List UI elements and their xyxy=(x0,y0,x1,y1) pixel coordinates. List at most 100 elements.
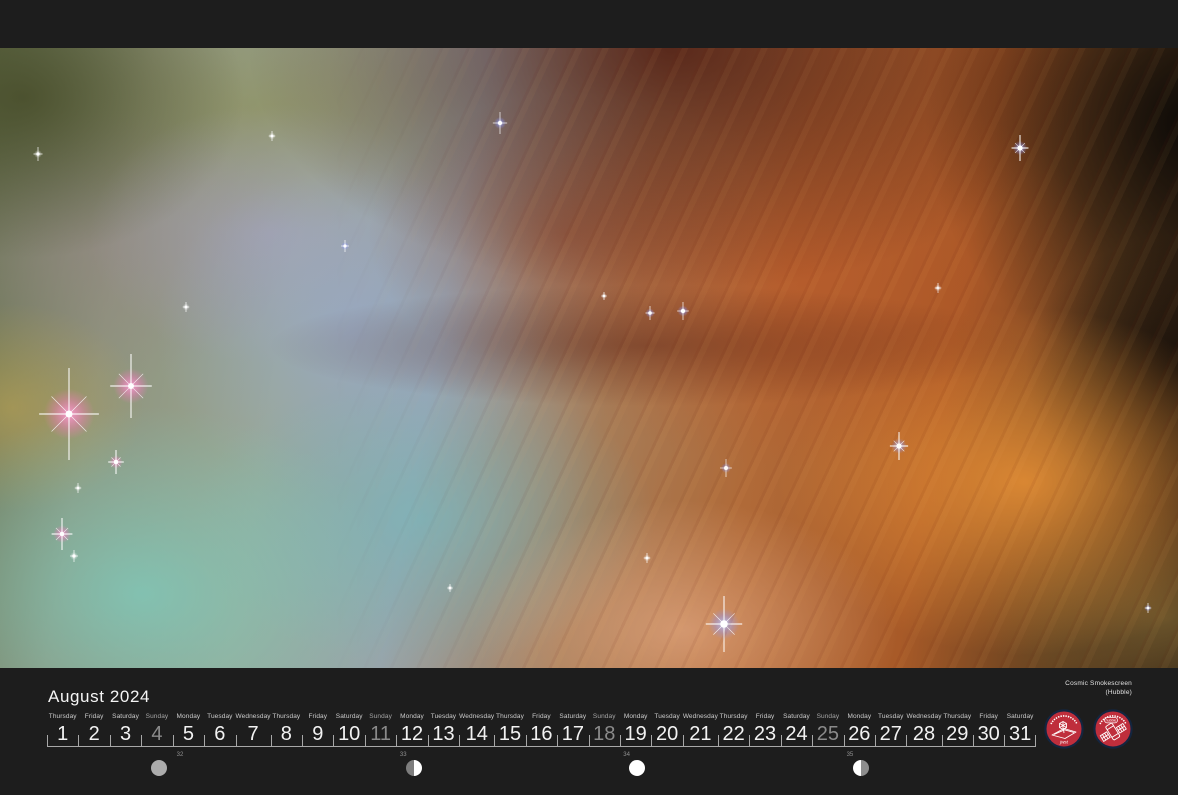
star xyxy=(935,283,942,293)
date-number: 6 xyxy=(204,721,235,746)
star xyxy=(677,302,689,320)
day-cell-24: Saturday24 xyxy=(781,712,812,746)
day-cell-4: Sunday4 xyxy=(141,712,172,746)
hubble-stamp-icon: hubble xyxy=(1093,709,1133,749)
date-number: 5 xyxy=(173,721,204,746)
weekday-label: Sunday xyxy=(365,712,396,721)
star xyxy=(645,306,654,320)
weekday-label: Wednesday xyxy=(906,712,941,721)
weekday-label: Tuesday xyxy=(428,712,459,721)
weekday-label: Sunday xyxy=(589,712,620,721)
day-cell-16: Friday16 xyxy=(526,712,557,746)
date-number: 18 xyxy=(589,721,620,746)
star xyxy=(493,112,507,134)
week-number: 32 xyxy=(177,752,184,758)
date-number: 3 xyxy=(110,721,141,746)
star xyxy=(1145,603,1152,613)
date-number: 25 xyxy=(812,721,843,746)
date-row: Thursday1Friday2Saturday3Sunday4Monday5T… xyxy=(47,712,1036,747)
weekday-label: Sunday xyxy=(812,712,843,721)
weekday-label: Saturday xyxy=(557,712,588,721)
star xyxy=(108,450,124,474)
weekday-label: Saturday xyxy=(333,712,364,721)
date-number: 17 xyxy=(557,721,588,746)
star xyxy=(706,596,742,652)
day-cell-25: Sunday25 xyxy=(812,712,843,746)
weekday-label: Saturday xyxy=(781,712,812,721)
date-number: 28 xyxy=(906,721,941,746)
date-number: 10 xyxy=(333,721,364,746)
day-cell-10: Saturday10 xyxy=(333,712,364,746)
weekday-label: Thursday xyxy=(494,712,525,721)
date-number: 21 xyxy=(683,721,718,746)
week-number: 35 xyxy=(847,752,854,758)
weekday-label: Friday xyxy=(526,712,557,721)
weekday-label: Thursday xyxy=(942,712,973,721)
weekday-label: Monday xyxy=(620,712,651,721)
weekday-label: Thursday xyxy=(271,712,302,721)
nebula-photo xyxy=(0,48,1178,668)
star xyxy=(39,368,99,460)
month-title: August 2024 xyxy=(48,688,150,705)
day-cell-15: Thursday15 xyxy=(494,712,525,746)
star xyxy=(341,240,349,252)
weekday-label: Wednesday xyxy=(683,712,718,721)
star xyxy=(720,459,732,477)
weekday-label: Friday xyxy=(749,712,780,721)
weekday-label: Friday xyxy=(302,712,333,721)
date-number: 12 xyxy=(396,721,427,746)
weekday-label: Saturday xyxy=(1004,712,1035,721)
date-number: 2 xyxy=(78,721,109,746)
star xyxy=(110,354,152,418)
date-number: 22 xyxy=(718,721,749,746)
day-cell-11: Sunday11 xyxy=(365,712,396,746)
day-cell-14: Wednesday14 xyxy=(459,712,494,746)
day-cell-13: Tuesday13 xyxy=(428,712,459,746)
date-number: 16 xyxy=(526,721,557,746)
week-number: 33 xyxy=(400,752,407,758)
star xyxy=(644,553,651,563)
weekday-label: Wednesday xyxy=(459,712,494,721)
day-cell-7: Wednesday7 xyxy=(236,712,271,746)
date-number: 29 xyxy=(942,721,973,746)
date-number: 20 xyxy=(651,721,682,746)
weekday-label: Sunday xyxy=(141,712,172,721)
date-number: 8 xyxy=(271,721,302,746)
day-cell-5: Monday5 xyxy=(173,712,204,746)
weekday-label: Monday xyxy=(396,712,427,721)
weekday-label: Friday xyxy=(78,712,109,721)
date-number: 9 xyxy=(302,721,333,746)
day-cell-12: Monday12 xyxy=(396,712,427,746)
day-cell-29: Thursday29 xyxy=(942,712,973,746)
photo-caption: Cosmic Smokescreen (Hubble) xyxy=(1065,680,1132,698)
moon-phase-new-icon xyxy=(151,760,167,776)
mission-stamps: jwst hubble xyxy=(1044,709,1133,749)
star xyxy=(75,483,82,493)
star xyxy=(890,432,908,460)
svg-text:jwst: jwst xyxy=(1059,740,1068,745)
week-and-moon-row: 32333435 xyxy=(47,748,1036,792)
moon-phase-full-icon xyxy=(629,760,645,776)
day-cell-27: Tuesday27 xyxy=(875,712,906,746)
day-cell-18: Sunday18 xyxy=(589,712,620,746)
weekday-label: Thursday xyxy=(47,712,78,721)
photo-caption-line2: (Hubble) xyxy=(1065,689,1132,698)
date-number: 13 xyxy=(428,721,459,746)
day-cell-31: Saturday31 xyxy=(1004,712,1035,746)
day-cell-17: Saturday17 xyxy=(557,712,588,746)
weekday-label: Saturday xyxy=(110,712,141,721)
day-cell-2: Friday2 xyxy=(78,712,109,746)
star xyxy=(52,518,73,550)
day-cell-19: Monday19 xyxy=(620,712,651,746)
star xyxy=(183,302,190,312)
weekday-label: Tuesday xyxy=(651,712,682,721)
day-cell-1: Thursday1 xyxy=(47,712,78,746)
date-number: 23 xyxy=(749,721,780,746)
day-cell-8: Thursday8 xyxy=(271,712,302,746)
date-number: 26 xyxy=(844,721,875,746)
day-cell-26: Monday26 xyxy=(844,712,875,746)
day-cell-21: Wednesday21 xyxy=(683,712,718,746)
date-number: 30 xyxy=(973,721,1004,746)
day-cell-22: Thursday22 xyxy=(718,712,749,746)
moon-phase-last-quarter-icon xyxy=(853,760,869,776)
